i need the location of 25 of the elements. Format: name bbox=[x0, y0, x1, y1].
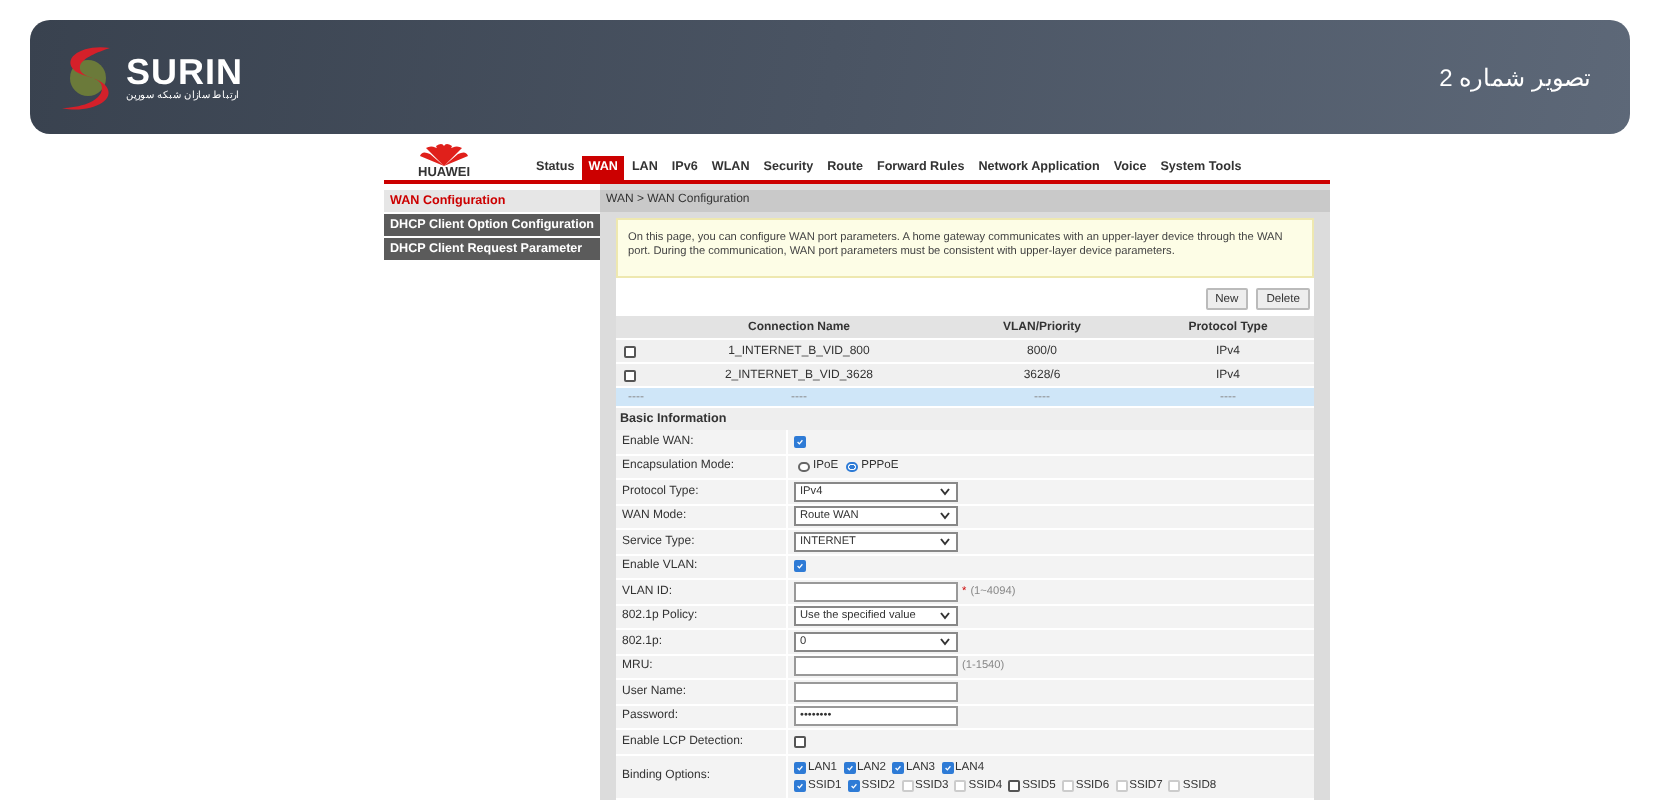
checkbox[interactable] bbox=[847, 779, 860, 791]
dropdown-caret-icon bbox=[940, 487, 950, 496]
checkbox[interactable] bbox=[1008, 779, 1021, 791]
checkbox[interactable] bbox=[794, 761, 806, 773]
input-field[interactable] bbox=[794, 581, 958, 602]
checkbox[interactable] bbox=[624, 345, 636, 357]
input-field[interactable] bbox=[794, 681, 958, 702]
checkbox[interactable] bbox=[794, 735, 806, 748]
radio-button[interactable] bbox=[846, 461, 858, 472]
checkbox[interactable] bbox=[941, 761, 954, 773]
dropdown-caret-icon bbox=[940, 512, 950, 521]
checkbox[interactable] bbox=[794, 560, 806, 573]
checkbox[interactable] bbox=[794, 779, 806, 791]
checkbox[interactable] bbox=[794, 435, 806, 448]
checkbox[interactable] bbox=[843, 761, 856, 773]
radio-button[interactable] bbox=[798, 461, 809, 472]
dropdown-caret-icon bbox=[940, 612, 950, 621]
image-caption: تصویر شماره 2 bbox=[1439, 63, 1590, 91]
input-field[interactable] bbox=[794, 656, 958, 677]
dropdown-caret-icon bbox=[940, 637, 950, 646]
checkbox[interactable] bbox=[892, 761, 905, 773]
checkbox[interactable] bbox=[624, 369, 636, 381]
dropdown-caret-icon bbox=[940, 537, 950, 546]
flower-logo-icon bbox=[418, 144, 470, 166]
brand-name: SURIN bbox=[126, 53, 244, 89]
